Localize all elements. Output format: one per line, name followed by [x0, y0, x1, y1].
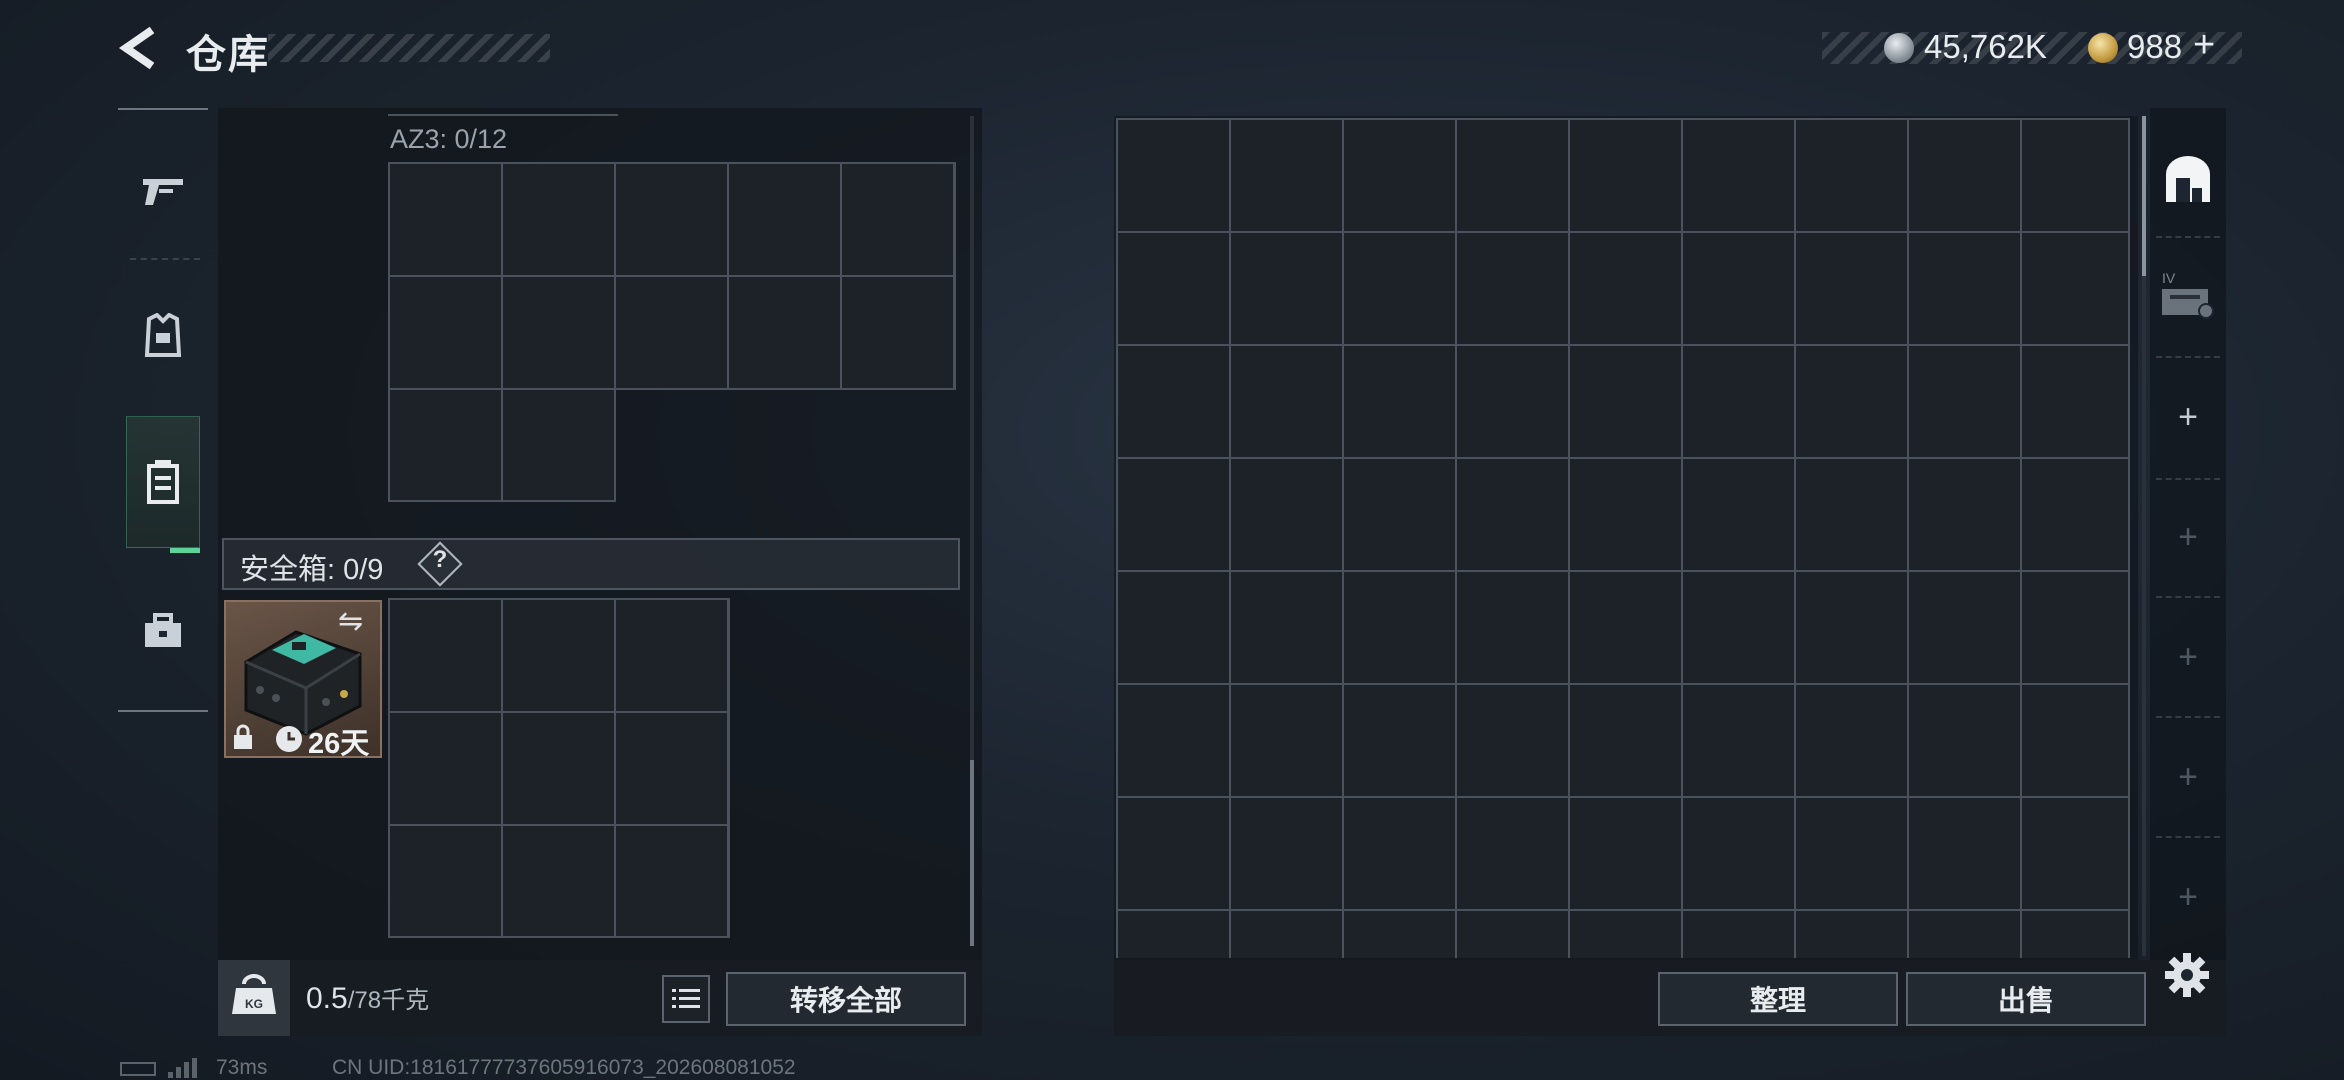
title-stripe-decoration [268, 34, 550, 62]
lock-icon [234, 724, 252, 749]
rail-item-armor[interactable] [126, 272, 200, 402]
tab-separator [2156, 836, 2220, 838]
tab-add-3[interactable]: + [2150, 600, 2226, 714]
gold-coin-icon [2088, 33, 2118, 63]
gold-currency-amount: 988 [2127, 28, 2183, 65]
silver-currency-amount: 45,762K [1924, 28, 2047, 65]
transfer-all-button[interactable]: 转移全部 [726, 972, 966, 1026]
container-iv-label: IV [2162, 271, 2176, 286]
gun-icon [143, 179, 183, 205]
storage-home-icon [2166, 156, 2210, 202]
briefcase-icon [145, 613, 181, 647]
add-icon: + [2178, 637, 2198, 676]
container-grid-top[interactable] [388, 162, 956, 390]
add-icon: + [2178, 397, 2198, 436]
rail-item-backpack[interactable] [126, 416, 200, 548]
rail-active-indicator [170, 548, 200, 553]
tab-separator [2156, 356, 2220, 358]
rail-top-divider [118, 108, 208, 110]
rail-item-weapons[interactable] [126, 126, 200, 256]
safe-box-grid[interactable] [388, 598, 730, 938]
add-currency-button[interactable]: + [2193, 24, 2215, 67]
weight-max: /78千克 [347, 987, 430, 1014]
ping-readout: 73ms [216, 1056, 268, 1079]
clock-icon [276, 726, 302, 752]
user-uid: CN UID:18161777737605916073_202608081052 [332, 1056, 796, 1079]
add-icon: + [2178, 757, 2198, 796]
storage-scrollbar-thumb[interactable] [2142, 116, 2146, 276]
back-arrow-icon[interactable] [118, 26, 160, 70]
weight-icon: KG [232, 974, 276, 1014]
signal-icon [168, 1058, 197, 1078]
add-icon: + [2178, 517, 2198, 556]
sell-button[interactable]: 出售 [1906, 972, 2146, 1026]
page-title: 仓库 [186, 33, 270, 77]
tab-separator [2156, 596, 2220, 598]
tab-add-5[interactable]: + [2150, 840, 2226, 954]
container-iv-icon: IV [2162, 271, 2214, 319]
backpack-icon [147, 460, 179, 504]
rail-bottom-divider [118, 710, 208, 712]
tab-add-4[interactable]: + [2150, 720, 2226, 834]
list-view-button[interactable] [662, 975, 710, 1023]
help-icon-label: ? [432, 546, 448, 573]
safe-box-label: 安全箱: 0/9 [240, 554, 384, 586]
tab-separator [2156, 716, 2220, 718]
weight-icon-label: KG [245, 997, 263, 1011]
container-capacity-label: AZ3: 0/12 [390, 124, 508, 154]
battery-icon [120, 1062, 156, 1076]
sort-button[interactable]: 整理 [1658, 972, 1898, 1026]
rail-separator [130, 258, 200, 260]
weight-icon-box: KG [218, 960, 290, 1036]
weight-current: 0.5 [306, 982, 348, 1015]
storage-grid[interactable] [1116, 118, 2130, 958]
silver-coin-icon [1884, 33, 1914, 63]
gear-icon[interactable] [2164, 952, 2210, 998]
tab-separator [2156, 236, 2220, 238]
item-remaining-time: 26天 [308, 728, 370, 760]
weight-readout: 0.5/78千克 [306, 980, 429, 1016]
vest-icon [144, 313, 182, 357]
tab-add-2[interactable]: + [2150, 480, 2226, 594]
tab-add-1[interactable]: + [2150, 360, 2226, 474]
panel-top-line [388, 114, 618, 116]
container-grid-bottom[interactable] [388, 388, 616, 502]
add-icon: + [2178, 877, 2198, 916]
tab-storage-main[interactable] [2150, 124, 2226, 236]
rail-item-supplies[interactable] [126, 566, 200, 696]
swap-arrows-icon[interactable]: ⇋ [338, 604, 363, 639]
tab-container-iv[interactable]: IV [2150, 240, 2226, 352]
list-icon [672, 989, 700, 1008]
backpack-scrollbar-thumb[interactable] [970, 760, 974, 946]
